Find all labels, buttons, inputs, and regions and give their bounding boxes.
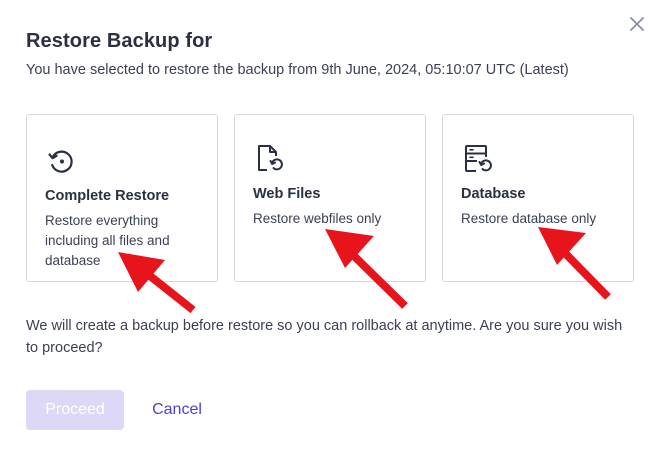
option-title: Database: [461, 186, 526, 202]
proceed-button[interactable]: Proceed: [26, 390, 124, 430]
option-description: Restore webfiles only: [253, 211, 382, 226]
close-button[interactable]: [627, 14, 647, 34]
dialog-subtitle: You have selected to restore the backup …: [26, 62, 569, 78]
option-complete-restore[interactable]: Complete Restore Restore everything incl…: [26, 114, 218, 282]
file-restore-icon: [258, 145, 283, 171]
close-icon: [630, 17, 644, 31]
restore-backup-dialog: Restore Backup for You have selected to …: [0, 0, 659, 457]
cancel-button[interactable]: Cancel: [140, 390, 214, 430]
restore-history-icon: [48, 150, 73, 173]
option-web-files[interactable]: Web Files Restore webfiles only: [234, 114, 426, 282]
option-description: Restore database only: [461, 211, 597, 226]
option-database[interactable]: Database Restore database only: [442, 114, 634, 282]
dialog-title: Restore Backup for: [26, 30, 213, 52]
option-title: Complete Restore: [45, 188, 170, 204]
confirmation-note: We will create a backup before restore s…: [26, 318, 623, 356]
option-description: Restore everything including all files a…: [45, 213, 170, 268]
option-title: Web Files: [253, 186, 321, 202]
database-restore-icon: [465, 145, 492, 172]
